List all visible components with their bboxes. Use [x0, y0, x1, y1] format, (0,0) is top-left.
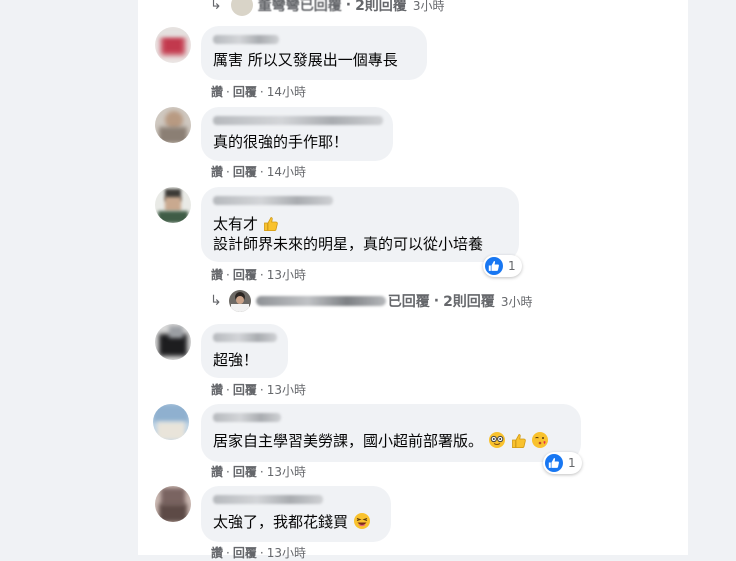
avatar	[155, 486, 191, 522]
comment-text: 超強！	[213, 351, 259, 369]
comment-time[interactable]: 13小時	[267, 383, 306, 397]
avatar	[155, 187, 191, 223]
comment-time[interactable]: 14小時	[267, 85, 306, 99]
like-button[interactable]: 讚	[211, 546, 223, 560]
reaction-summary[interactable]: 1	[543, 452, 582, 474]
avatar	[155, 107, 191, 143]
comment-text: 太有才	[213, 215, 259, 233]
reply-button[interactable]: 回覆	[233, 383, 257, 397]
reaction-count: 1	[568, 456, 576, 470]
thumbs-up-emoji	[511, 433, 527, 454]
avatar	[155, 27, 191, 63]
reply-time: 3小時	[500, 294, 533, 309]
comment-bubble: 真的很強的手作耶！	[201, 107, 393, 161]
comment-text-line-2: 設計師界未來的明星，真的可以從小培養	[213, 235, 484, 253]
reply-button[interactable]: 回覆	[233, 85, 257, 99]
comment-actions: 讚 · 回覆 · 14小時	[211, 85, 306, 99]
like-button[interactable]: 讚	[211, 383, 223, 397]
laughing-face-emoji	[353, 512, 371, 535]
reply-button[interactable]: 回覆	[233, 465, 257, 479]
reply-separator: ·	[345, 0, 352, 13]
reply-author-text: 董彎彎已回覆	[257, 0, 342, 14]
author-name-blurred	[213, 116, 383, 125]
reply-arrow-icon: ↳	[210, 0, 222, 13]
avatar	[155, 324, 191, 360]
comment-time[interactable]: 13小時	[267, 546, 306, 560]
reaction-summary[interactable]: 1	[483, 255, 522, 277]
reply-button[interactable]: 回覆	[233, 268, 257, 282]
reaction-count: 1	[508, 259, 516, 273]
comment-time[interactable]: 13小時	[267, 465, 306, 479]
comment-time[interactable]: 14小時	[267, 165, 306, 179]
comment-bubble: 太有才 設計師界未來的明星，真的可以從小培養	[201, 187, 519, 262]
like-icon	[485, 257, 503, 275]
author-name-blurred	[213, 35, 279, 44]
comment-text: 真的很強的手作耶！	[213, 133, 349, 151]
comment-actions: 讚 · 回覆 · 13小時	[211, 546, 306, 560]
author-name-blurred	[213, 196, 333, 205]
like-button[interactable]: 讚	[211, 465, 223, 479]
comment-text-line: 居家自主學習美勞課，國小超前部署版。	[213, 431, 549, 454]
like-button[interactable]: 讚	[211, 85, 223, 99]
comment-text: 居家自主學習美勞課，國小超前部署版。	[213, 432, 484, 450]
like-button[interactable]: 讚	[211, 268, 223, 282]
comment-actions: 讚 · 回覆 · 13小時	[211, 268, 306, 282]
comment-text: 太強了，我都花錢買	[213, 513, 349, 531]
comments-panel: ↳ 董彎彎已回覆 · 2則回覆 3小時 厲害 所以又發展出一個專長 讚 · 回覆 · 1…	[138, 0, 688, 560]
view-replies-link-top[interactable]: ↳ 董彎彎已回覆 · 2則回覆 3小時	[210, 0, 444, 16]
avatar	[228, 290, 251, 312]
view-replies-link[interactable]: ↳ 已回覆 · 2則回覆 3小時	[210, 288, 532, 314]
comment-actions: 讚 · 回覆 · 14小時	[211, 165, 306, 179]
like-button[interactable]: 讚	[211, 165, 223, 179]
author-name-blurred	[213, 495, 323, 504]
comment-actions: 讚 · 回覆 · 13小時	[211, 383, 306, 397]
author-name-blurred	[213, 413, 281, 422]
nerd-face-emoji	[488, 431, 506, 454]
reply-button[interactable]: 回覆	[233, 546, 257, 560]
reply-time: 3小時	[412, 0, 445, 13]
comment-bubble: 居家自主學習美勞課，國小超前部署版。	[201, 404, 581, 462]
comment-bubble: 太強了，我都花錢買	[201, 486, 391, 542]
kiss-face-emoji	[531, 431, 549, 454]
author-name-blurred	[213, 333, 277, 342]
reply-separator: ·	[433, 293, 440, 309]
reply-author-blurred	[255, 296, 386, 306]
comment-time[interactable]: 13小時	[267, 268, 306, 282]
comment-text-line: 太強了，我都花錢買	[213, 512, 371, 535]
like-icon	[545, 454, 563, 472]
reply-status: 已回覆	[387, 294, 430, 310]
reply-count: 2則回覆	[443, 294, 495, 310]
comment-bubble: 厲害 所以又發展出一個專長	[201, 26, 427, 80]
comment-text: 厲害 所以又發展出一個專長	[213, 51, 398, 69]
comment-actions: 讚 · 回覆 · 13小時	[211, 465, 306, 479]
reply-arrow-icon: ↳	[210, 293, 222, 309]
avatar	[230, 0, 253, 16]
reply-count: 2則回覆	[355, 0, 407, 14]
comment-bubble: 超強！	[201, 324, 288, 378]
avatar	[153, 404, 189, 440]
reply-button[interactable]: 回覆	[233, 165, 257, 179]
